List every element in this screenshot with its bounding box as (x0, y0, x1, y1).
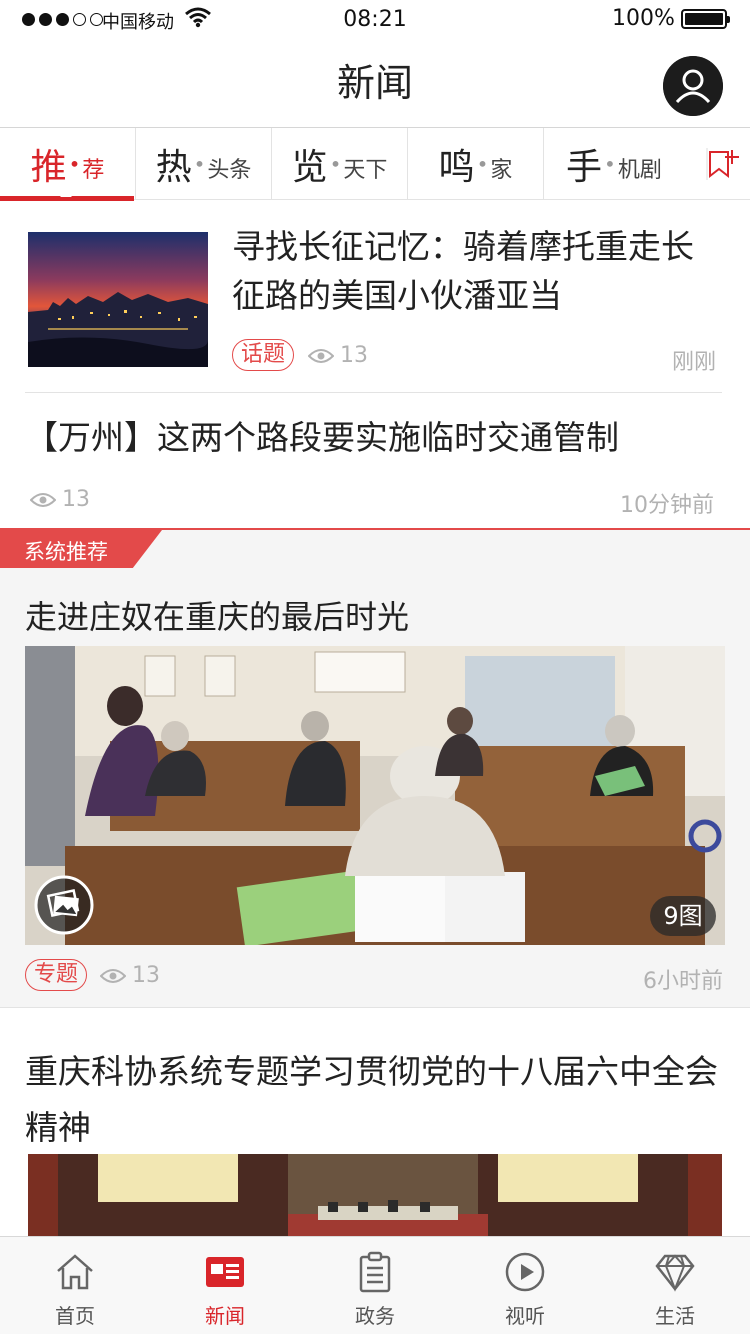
recommended-section[interactable]: 系统推荐 走进庄奴在重庆的最后时光 专题 13 6小时前 (0, 528, 750, 1008)
section-ribbon-label: 系统推荐 (24, 540, 108, 564)
nav-government-label: 政务 (355, 1304, 395, 1328)
view-count: 13 (308, 343, 368, 368)
tab-hot-headlines[interactable]: 热 • 头条 (136, 128, 272, 200)
article-title: 寻找长征记忆：骑着摩托重走长征路的美国小伙潘亚当 (232, 227, 694, 315)
tab-voices-sub: 家 (490, 158, 513, 183)
tab-separator: • (193, 152, 206, 176)
tab-world[interactable]: 览 • 天下 (272, 128, 408, 200)
article-thumbnail (28, 232, 208, 367)
article-title: 走进庄奴在重庆的最后时光 (25, 598, 410, 636)
article-title: 【万州】这两个路段要实施临时交通管制 (25, 418, 619, 457)
battery-percent: 100% (612, 6, 675, 31)
app-header: 新闻 (0, 40, 750, 128)
nav-news[interactable]: 新闻 (150, 1237, 300, 1334)
tab-separator: • (604, 152, 616, 176)
eye-icon (100, 968, 126, 983)
tab-separator: • (68, 152, 81, 176)
publish-time: 刚刚 (672, 350, 717, 375)
nav-news-label: 新闻 (205, 1304, 245, 1328)
nav-audio-video-label: 视听 (505, 1304, 545, 1328)
diamond-icon (655, 1254, 695, 1292)
tab-world-sub: 天下 (343, 158, 388, 183)
publish-time: 6小时前 (643, 969, 723, 994)
tab-recommend-sub: 荐 (82, 158, 105, 183)
user-icon (663, 56, 723, 116)
tab-drama-main: 手 (566, 147, 603, 188)
tab-separator: • (476, 152, 489, 176)
bottom-nav: 首页 新闻 政务 视听 生活 (0, 1236, 750, 1334)
article-photo (28, 1154, 722, 1244)
publish-time: 10分钟前 (620, 493, 714, 518)
tab-voices-main: 鸣 (438, 147, 475, 188)
tab-hot-sub: 头条 (207, 158, 252, 183)
clipboard-icon (359, 1251, 391, 1293)
tab-world-main: 览 (291, 147, 328, 188)
battery-icon (681, 9, 730, 29)
article-photo (25, 646, 725, 945)
nav-government[interactable]: 政务 (300, 1237, 450, 1334)
gallery-icon (34, 875, 94, 935)
tab-drama-sub: 机剧 (617, 158, 662, 183)
article-card[interactable]: 重庆科协系统专题学习贯彻党的十八届六中全会精神 (0, 1008, 750, 1244)
nav-home-label: 首页 (55, 1304, 95, 1328)
nav-audio-video[interactable]: 视听 (450, 1237, 600, 1334)
article-title: 重庆科协系统专题学习贯彻党的十八届六中全会精神 (25, 1052, 718, 1147)
view-count-value: 13 (132, 963, 160, 988)
photo-count-badge: 9图 (650, 896, 716, 936)
page-title: 新闻 (336, 61, 413, 105)
status-bar: 中国移动 08:21 100% (0, 0, 750, 40)
tab-hot-main: 热 (155, 147, 192, 188)
user-avatar-button[interactable] (663, 56, 723, 116)
tab-voices[interactable]: 鸣 • 家 (408, 128, 544, 200)
article-card[interactable]: 【万州】这两个路段要实施临时交通管制 13 10分钟前 (0, 393, 750, 528)
special-topic-tag: 专题 (25, 959, 88, 991)
view-count: 13 (30, 487, 90, 512)
nav-life[interactable]: 生活 (600, 1237, 750, 1334)
tab-recommend[interactable]: 推 • 荐 (0, 128, 136, 201)
play-icon (505, 1252, 545, 1292)
eye-icon (308, 348, 334, 363)
news-icon (206, 1257, 244, 1287)
article-card[interactable]: 寻找长征记忆：骑着摩托重走长征路的美国小伙潘亚当 话题 13 刚刚 (0, 200, 750, 392)
tab-separator: • (329, 152, 342, 176)
topic-tag: 话题 (232, 339, 295, 371)
view-count: 13 (100, 963, 160, 988)
home-icon (57, 1254, 93, 1290)
view-count-value: 13 (340, 343, 368, 368)
nav-home[interactable]: 首页 (0, 1237, 150, 1334)
add-channel-icon[interactable] (706, 146, 740, 182)
tab-recommend-main: 推 (30, 147, 67, 188)
view-count-value: 13 (62, 487, 90, 512)
tab-mobile-drama[interactable]: 手 • 机剧 (544, 128, 684, 200)
nav-life-label: 生活 (655, 1304, 695, 1328)
category-tabs: 推 • 荐 热 • 头条 览 • 天下 鸣 • 家 手 • 机剧 (0, 128, 750, 201)
eye-icon (30, 492, 56, 507)
